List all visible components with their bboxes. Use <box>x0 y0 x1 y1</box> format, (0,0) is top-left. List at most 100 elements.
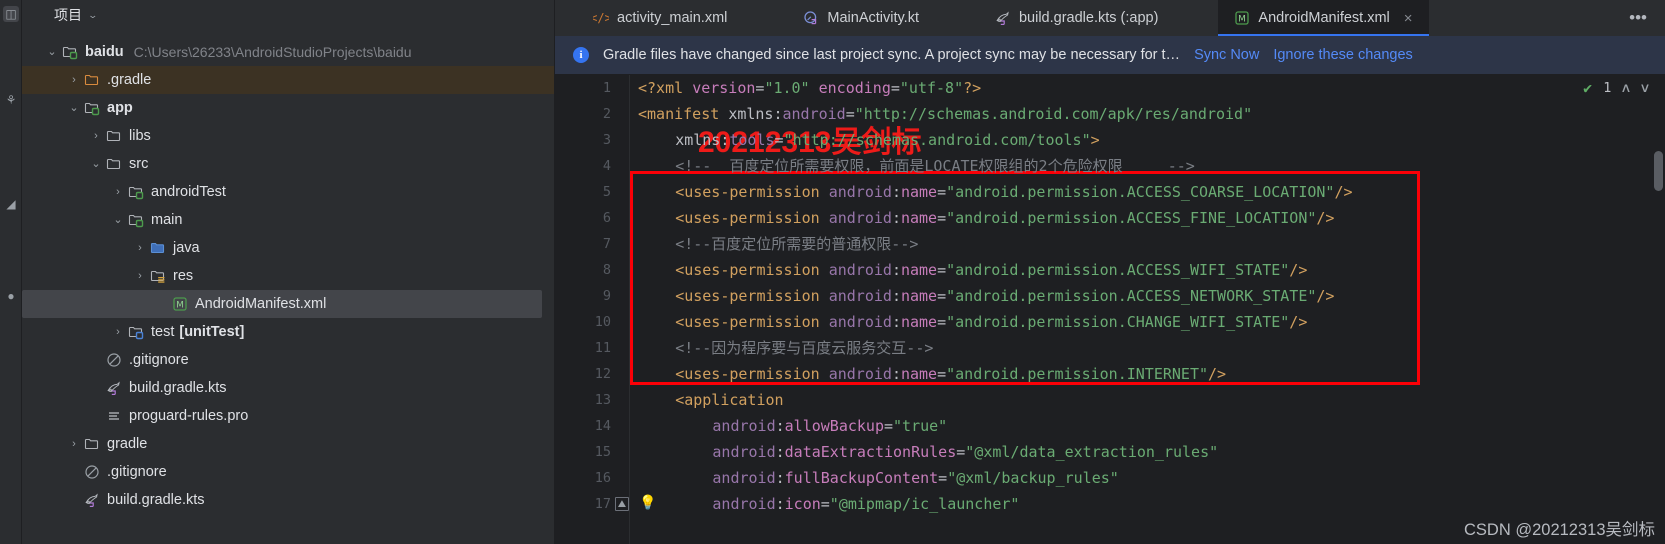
chevron-right-icon[interactable]: › <box>88 130 104 142</box>
code-line[interactable]: <uses-permission android:name="android.p… <box>675 257 1307 283</box>
code-line[interactable]: android:fullBackupContent="@xml/backup_r… <box>712 465 1118 491</box>
tree-item-proguard-rules.pro[interactable]: proguard-rules.pro <box>22 402 554 430</box>
project-panel-header[interactable]: 项目 ⌄ <box>22 0 554 30</box>
chevron-up-icon[interactable]: ∧ <box>1621 81 1631 96</box>
tree-item-src[interactable]: ⌄ src <box>22 150 554 178</box>
tree-item-main[interactable]: ⌄ main <box>22 206 554 234</box>
tree-item-label: .gitignore <box>107 464 167 480</box>
chevron-down-icon[interactable]: ⌄ <box>66 102 82 114</box>
tree-item-res[interactable]: › res <box>22 262 554 290</box>
code-token: = <box>937 209 947 227</box>
chevron-right-icon[interactable]: › <box>66 438 82 450</box>
editor-tab-label: activity_main.xml <box>617 10 728 26</box>
line-number: 1 <box>602 80 611 96</box>
tree-item-baidu[interactable]: ⌄ baidu C:\Users\26233\AndroidStudioProjec… <box>22 38 554 66</box>
code-line[interactable]: android:icon="@mipmap/ic_launcher" <box>712 491 1019 517</box>
code-token: android <box>828 313 892 331</box>
line-number: 14 <box>594 418 611 434</box>
code-line[interactable]: <uses-permission android:name="android.p… <box>675 361 1226 387</box>
ignore-changes-link[interactable]: Ignore these changes <box>1273 47 1412 63</box>
code-line[interactable]: <uses-permission android:name="android.p… <box>675 283 1334 309</box>
tree-item-gradle[interactable]: › gradle <box>22 430 554 458</box>
tree-item-label: .gradle <box>107 72 152 88</box>
chevron-right-icon[interactable]: › <box>66 74 82 86</box>
structure-tool-icon[interactable]: ◢ <box>3 196 19 212</box>
chevron-down-icon[interactable]: ⌄ <box>88 158 104 170</box>
test-folder-icon <box>126 324 146 340</box>
project-tree[interactable]: ⌄ baidu C:\Users\26233\AndroidStudioProjec… <box>22 30 554 544</box>
vertical-scrollbar-thumb[interactable] <box>1654 151 1663 191</box>
tree-item-build.gradle.kts[interactable]: build.gradle.kts <box>22 374 554 402</box>
folder-grey-icon <box>82 436 102 452</box>
inspection-ok-icon: ✔ <box>1583 79 1593 97</box>
code-token: /> <box>1316 287 1335 305</box>
info-icon: i <box>573 47 589 63</box>
tree-item-java[interactable]: › java <box>22 234 554 262</box>
line-number-gutter[interactable]: 1 2 3 4 5 6 7 8 9 10 11 12 13 14 15 16 17 ⛰ 💡 <box>555 75 656 544</box>
chevron-down-icon[interactable]: ⌄ <box>87 10 98 21</box>
code-token: = <box>938 469 948 487</box>
code-line[interactable]: xmlns:tools="http://schemas.android.com/… <box>675 127 1099 153</box>
project-tool-icon[interactable]: ◫ <box>3 6 19 22</box>
inspection-widget[interactable]: ✔ 1 ∧ ∨ <box>1583 79 1650 97</box>
code-token: <uses-permission <box>675 365 829 383</box>
more-options-icon[interactable]: • • • <box>1629 0 1647 36</box>
line-number: 15 <box>594 444 611 460</box>
editor-tab-build.gradle.ktsapp[interactable]: build.gradle.kts (:app) <box>979 0 1174 36</box>
tree-item-test[interactable]: › test [unitTest] <box>22 318 554 346</box>
tree-item-androidmanifest.xml[interactable]: M AndroidManifest.xml <box>22 290 542 318</box>
code-token: name <box>900 313 938 331</box>
code-token: : <box>891 261 901 279</box>
tree-item-label: build.gradle.kts <box>107 492 205 508</box>
close-icon[interactable]: × <box>1404 10 1413 27</box>
proguard-icon <box>104 408 124 424</box>
code-token: "@xml/data_extraction_rules" <box>965 443 1219 461</box>
chevron-right-icon[interactable]: › <box>110 326 126 338</box>
tree-item-.gitignore[interactable]: .gitignore <box>22 346 554 374</box>
chevron-right-icon[interactable]: › <box>132 270 148 282</box>
code-token: tools <box>729 131 775 149</box>
code-line[interactable]: android:dataExtractionRules="@xml/data_e… <box>712 439 1218 465</box>
chevron-right-icon[interactable]: › <box>110 186 126 198</box>
editor-tab-androidmanifest.xml[interactable]: M AndroidManifest.xml × <box>1218 0 1429 36</box>
code-line[interactable]: <uses-permission android:name="android.p… <box>675 179 1352 205</box>
code-line[interactable]: <?xml version="1.0" encoding="utf-8"?> <box>638 75 981 101</box>
editor-tab-activity_main.xml[interactable]: </> activity_main.xml <box>577 0 743 36</box>
code-content[interactable]: 20212313吴剑标 <?xml version="1.0" encoding… <box>630 75 1665 544</box>
editor-tab-mainactivity.kt[interactable]: MainActivity.kt <box>787 0 935 36</box>
module-folder-icon <box>60 44 80 60</box>
code-line[interactable]: <!-- 百度定位所需要权限，前面是LOCATE权限组的2个危险权限 --> <box>675 153 1195 179</box>
chevron-down-icon[interactable]: ∨ <box>1640 81 1650 96</box>
code-line[interactable]: <application <box>675 387 783 413</box>
image-resource-gutter-icon[interactable]: ⛰ <box>615 497 629 511</box>
chevron-right-icon[interactable]: › <box>132 242 148 254</box>
chevron-down-icon[interactable]: ⌄ <box>110 214 126 226</box>
tree-item-.gradle[interactable]: › .gradle <box>22 66 554 94</box>
tree-item-.gitignore[interactable]: .gitignore <box>22 458 554 486</box>
folder-grey-icon <box>104 128 124 144</box>
tree-item-label: build.gradle.kts <box>129 380 227 396</box>
tree-item-app[interactable]: ⌄ app <box>22 94 554 122</box>
sync-now-link[interactable]: Sync Now <box>1194 47 1259 63</box>
tree-item-androidtest[interactable]: › androidTest <box>22 178 554 206</box>
code-line[interactable]: <!--因为程序要与百度云服务交互--> <box>675 335 933 361</box>
code-line[interactable]: <uses-permission android:name="android.p… <box>675 205 1334 231</box>
code-token: "http://schemas.android.com/apk/res/andr… <box>854 105 1253 123</box>
bookmarks-tool-icon[interactable]: ● <box>3 288 19 304</box>
commit-tool-icon[interactable]: ⚘ <box>3 92 19 108</box>
code-line[interactable]: android:allowBackup="true" <box>712 413 947 439</box>
code-line[interactable]: <manifest xmlns:android="http://schemas.… <box>638 101 1252 127</box>
code-line[interactable]: <uses-permission android:name="android.p… <box>675 309 1307 335</box>
tree-item-build.gradle.kts[interactable]: build.gradle.kts <box>22 486 554 514</box>
code-token: "android.permission.ACCESS_FINE_LOCATION… <box>946 209 1317 227</box>
line-number: 9 <box>602 288 611 304</box>
code-token: = <box>883 417 894 435</box>
tree-item-libs[interactable]: › libs <box>22 122 554 150</box>
code-editor[interactable]: 1 2 3 4 5 6 7 8 9 10 11 12 13 14 15 16 17 ⛰ 💡 20212313吴剑标 … <box>555 75 1665 544</box>
code-token: "android.permission.ACCESS_NETWORK_STATE… <box>946 287 1317 305</box>
svg-text:M: M <box>176 301 184 311</box>
code-line[interactable]: <!--百度定位所需要的普通权限--> <box>675 231 918 257</box>
tree-item-label: AndroidManifest.xml <box>195 296 327 312</box>
line-number: 4 <box>602 158 611 174</box>
chevron-down-icon[interactable]: ⌄ <box>44 46 60 58</box>
